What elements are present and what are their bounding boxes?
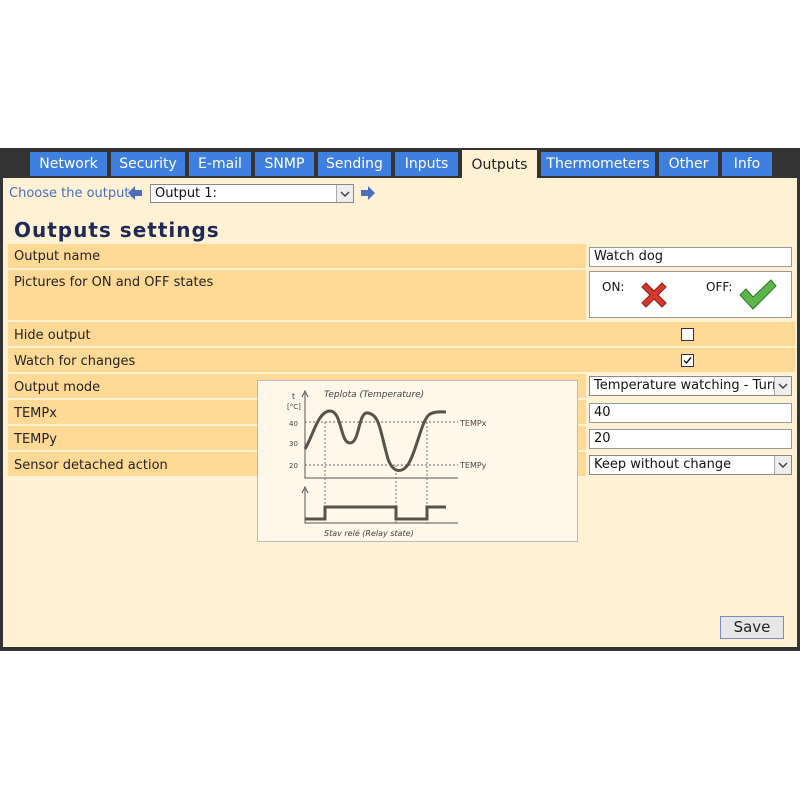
- pictures-label: Pictures for ON and OFF states: [14, 275, 214, 290]
- sensor-action-value: Keep without change: [594, 457, 732, 472]
- output-mode-label: Output mode: [14, 380, 101, 395]
- tick-label-40: 40: [289, 420, 298, 428]
- hide-output-label: Hide output: [14, 328, 91, 343]
- sensor-action-label: Sensor detached action: [14, 458, 168, 473]
- tab-email[interactable]: E-mail: [189, 152, 251, 176]
- save-button[interactable]: Save: [720, 616, 784, 639]
- diagram-title: Teplota (Temperature): [324, 390, 424, 400]
- row-hide-output: [8, 322, 795, 346]
- diagram-y-label: t: [292, 392, 295, 401]
- diagram-tempx-label: TEMPx: [459, 419, 487, 428]
- tab-bar: Network Security E-mail SNMP Sending Inp…: [0, 150, 800, 178]
- watch-changes-checkbox[interactable]: [681, 354, 694, 367]
- tab-info[interactable]: Info: [722, 152, 772, 176]
- tick-label-20: 20: [289, 462, 298, 470]
- chevron-down-icon[interactable]: [774, 377, 791, 395]
- relay-state-line: [305, 505, 446, 521]
- off-label: OFF:: [706, 280, 733, 294]
- watch-changes-label: Watch for changes: [14, 354, 136, 369]
- output-select[interactable]: Output 1:: [150, 184, 354, 203]
- hide-output-checkbox[interactable]: [681, 328, 694, 341]
- tempy-input[interactable]: 20: [589, 429, 792, 449]
- arrow-right-icon[interactable]: [360, 185, 376, 201]
- output-name-input[interactable]: Watch dog: [589, 247, 792, 267]
- tab-outputs[interactable]: Outputs: [462, 150, 537, 178]
- diagram-svg: Teplota (Temperature) t [°C] 40 30 20 TE…: [287, 389, 487, 538]
- output-select-value: Output 1:: [155, 186, 217, 201]
- red-cross-icon[interactable]: [638, 279, 670, 311]
- page-title: Outputs settings: [14, 218, 220, 242]
- on-label: ON:: [602, 280, 625, 294]
- tab-network[interactable]: Network: [30, 152, 107, 176]
- tab-security[interactable]: Security: [111, 152, 185, 176]
- diagram-tempy-label: TEMPy: [459, 461, 487, 470]
- relay-label: Stav relé (Relay state): [324, 528, 414, 538]
- tab-snmp[interactable]: SNMP: [255, 152, 314, 176]
- tab-sending[interactable]: Sending: [318, 152, 391, 176]
- sensor-action-select[interactable]: Keep without change: [589, 455, 792, 475]
- temperature-curve: [303, 409, 447, 472]
- checkmark-icon: [683, 357, 692, 365]
- tempx-input[interactable]: 40: [589, 403, 792, 423]
- tab-other[interactable]: Other: [659, 152, 718, 176]
- tempx-label: TEMPx: [14, 406, 57, 421]
- tab-inputs[interactable]: Inputs: [395, 152, 458, 176]
- tick-label-30: 30: [289, 440, 298, 448]
- tab-thermometers[interactable]: Thermometers: [541, 152, 655, 176]
- green-check-icon[interactable]: [738, 277, 778, 313]
- output-name-label: Output name: [14, 249, 101, 264]
- output-mode-select[interactable]: Temperature watching - Turn th: [589, 376, 792, 396]
- pictures-box: ON: OFF:: [589, 271, 792, 318]
- output-mode-value: Temperature watching - Turn th: [594, 378, 792, 393]
- chevron-down-icon[interactable]: [336, 185, 353, 202]
- chevron-down-icon[interactable]: [774, 456, 791, 474]
- arrow-left-icon[interactable]: [127, 185, 143, 201]
- diagram-y-unit: [°C]: [287, 403, 301, 411]
- choose-output-label: Choose the output:: [9, 186, 134, 201]
- tempy-label: TEMPy: [14, 432, 57, 447]
- temperature-diagram: Teplota (Temperature) t [°C] 40 30 20 TE…: [257, 380, 578, 542]
